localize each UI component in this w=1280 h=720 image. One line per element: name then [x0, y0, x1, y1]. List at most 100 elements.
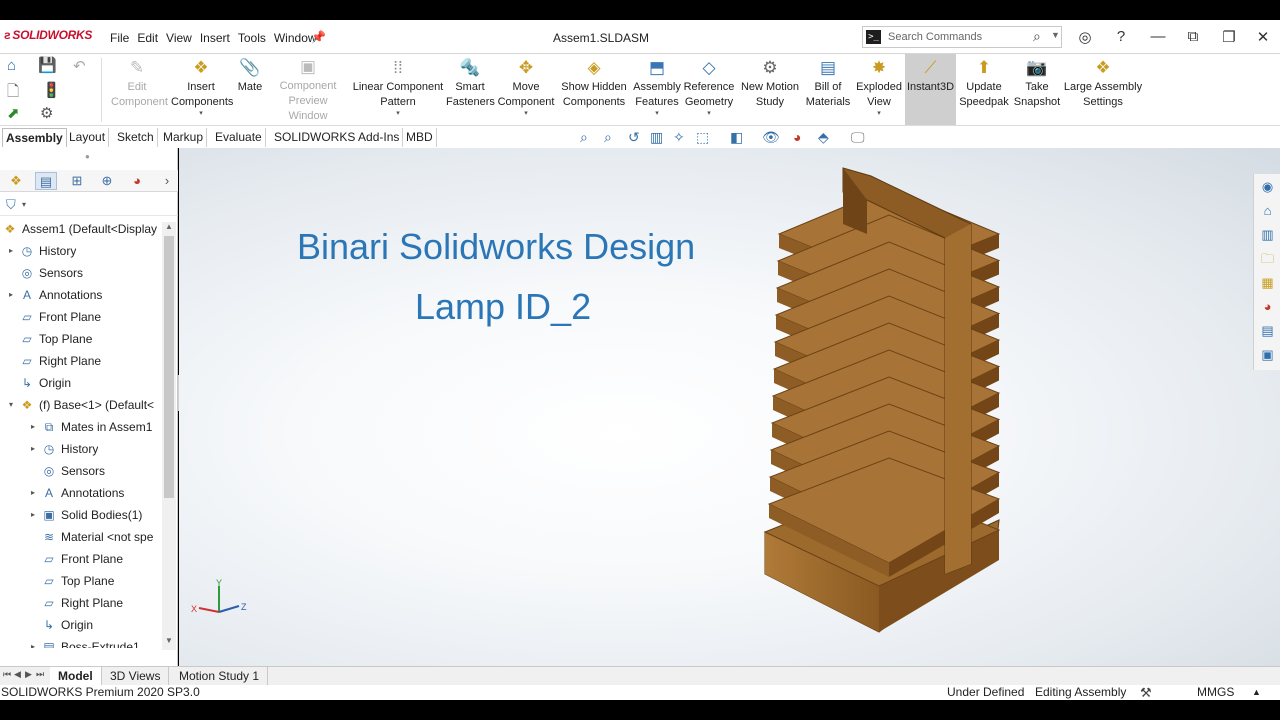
linear-pattern-button[interactable]: ⁞⁞ Linear Component Pattern ▾ [351, 56, 445, 124]
bill-of-materials-button[interactable]: ▤ Bill of Materials [804, 56, 852, 124]
home-icon[interactable]: ⌂ [7, 57, 16, 74]
tree-item[interactable]: ≋ Material <not spe [28, 526, 153, 548]
edit-appearance-icon[interactable]: ◕ [793, 129, 801, 145]
solidworks-resources-icon[interactable]: ◉ [1258, 177, 1277, 196]
tree-item[interactable]: ▸ ◷ History [28, 438, 98, 460]
menu-insert[interactable]: Insert [200, 31, 230, 45]
view-settings-icon[interactable]: 🖵 [851, 129, 865, 146]
tree-item[interactable]: ▱ Right Plane [28, 592, 123, 614]
tab-3d-views[interactable]: 3D Views [102, 667, 170, 686]
tree-item[interactable]: ▱ Front Plane [28, 548, 123, 570]
file-explorer-icon[interactable]: 🗀 [1258, 249, 1277, 268]
home-icon[interactable]: ⌂ [1258, 201, 1277, 220]
user-account-icon[interactable]: ◎ [1075, 28, 1095, 46]
search-icon[interactable]: ⌕ [1033, 28, 1041, 45]
chevron-right-icon[interactable]: ▸ [28, 482, 38, 504]
close-icon[interactable]: ✕ [1253, 28, 1273, 46]
tree-item[interactable]: ▱ Right Plane [6, 350, 101, 372]
previous-view-icon[interactable]: ↺ [628, 129, 640, 146]
menu-view[interactable]: View [166, 31, 192, 45]
rebuild-status-icon[interactable]: ⚒ [1140, 685, 1152, 700]
help-icon[interactable]: ? [1111, 28, 1131, 45]
scroll-down-icon[interactable]: ▼ [165, 636, 173, 645]
component-preview-button[interactable]: ▣ Component Preview Window [265, 56, 351, 124]
smart-fasteners-button[interactable]: 🔩 Smart Fasteners [446, 56, 495, 124]
featuremanager-tab-icon[interactable]: ❖ [5, 172, 27, 190]
filter-icon[interactable]: ⛉ [6, 197, 16, 213]
assembly-features-button[interactable]: ⬒ Assembly Features ▾ [631, 56, 683, 124]
select-icon[interactable]: ⬈ [7, 104, 20, 122]
tree-item[interactable]: ▸ ▣ Solid Bodies(1) [28, 504, 142, 526]
tab-scroll-first-icon[interactable]: ⏮ [3, 669, 11, 680]
chevron-down-icon[interactable]: ▾ [707, 110, 711, 118]
tree-item[interactable]: ▸ ⧉ Mates in Assem1 [28, 416, 152, 438]
displaymanager-tab-icon[interactable]: ◕ [126, 172, 148, 190]
reference-geometry-button[interactable]: ◇ Reference Geometry ▾ [683, 56, 735, 124]
chevron-right-icon[interactable]: ▸ [28, 636, 38, 648]
chevron-down-icon[interactable]: ▾ [6, 394, 16, 416]
chevron-down-icon[interactable]: ▾ [655, 110, 659, 118]
insert-components-button[interactable]: ❖ Insert Components ▾ [168, 56, 234, 124]
tab-scroll-prev-icon[interactable]: ◀ [14, 669, 21, 680]
large-assembly-settings-button[interactable]: ❖ Large Assembly Settings [1062, 56, 1144, 124]
chevron-right-icon[interactable]: › [156, 172, 178, 190]
tab-scroll-last-icon[interactable]: ⏭ [36, 669, 44, 680]
tree-item[interactable]: ↳ Origin [6, 372, 71, 394]
options-gear-icon[interactable]: ⚙ [40, 104, 53, 122]
tree-item[interactable]: ▱ Front Plane [6, 306, 101, 328]
tree-item[interactable]: ▾ ❖ (f) Base<1> (Default< [6, 394, 154, 416]
take-snapshot-button[interactable]: 📷 Take Snapshot [1012, 56, 1062, 124]
custom-properties-icon[interactable]: ▤ [1258, 321, 1277, 340]
hide-show-items-icon[interactable]: 👁 [762, 129, 780, 146]
tab-motion-study-1[interactable]: Motion Study 1 [171, 667, 269, 686]
design-library-icon[interactable]: ▥ [1258, 225, 1277, 244]
appearances-icon[interactable]: ◕ [1258, 297, 1277, 316]
tree-item[interactable]: ◎ Sensors [28, 460, 105, 482]
lamp-3d-model[interactable] [739, 164, 1039, 644]
filter-dropdown-icon[interactable]: ▾ [22, 200, 26, 209]
tab-solidworks-addins[interactable]: SOLIDWORKS Add-Ins [271, 128, 404, 147]
undo-icon[interactable]: ↶ [73, 57, 86, 75]
tree-scrollbar[interactable]: ▲ ▼ [162, 222, 176, 650]
tree-item[interactable]: ◎ Sensors [6, 262, 83, 284]
tree-item[interactable]: ▸ ◷ History [6, 240, 76, 262]
menu-file[interactable]: File [110, 31, 129, 45]
solidworks-logo[interactable]: ƨ SOLIDWORKS [4, 28, 92, 42]
chevron-down-icon[interactable]: ▾ [396, 110, 400, 118]
tab-model[interactable]: Model [50, 667, 102, 686]
mate-button[interactable]: 📎 Mate [234, 56, 266, 124]
display-style-icon[interactable]: ◧ [730, 129, 743, 146]
zoom-to-fit-icon[interactable]: ⌕ [580, 129, 588, 146]
tree-item[interactable]: ▸ ▤ Boss-Extrude1 [28, 636, 140, 648]
show-hidden-button[interactable]: ◈ Show Hidden Components [558, 56, 630, 124]
search-input[interactable]: Search Commands [888, 31, 982, 43]
tree-item[interactable]: ▸ A Annotations [6, 284, 102, 306]
chevron-right-icon[interactable]: ▸ [6, 240, 16, 262]
view-palette-icon[interactable]: ▦ [1258, 273, 1277, 292]
move-component-button[interactable]: ✥ Move Component ▾ [495, 56, 557, 124]
chevron-right-icon[interactable]: ▸ [28, 438, 38, 460]
edit-component-button[interactable]: ✎ Edit Component [105, 56, 169, 124]
exploded-view-button[interactable]: ✸ Exploded View ▾ [854, 56, 904, 124]
chevron-down-icon[interactable]: ▾ [524, 110, 528, 118]
tree-item[interactable]: ▱ Top Plane [6, 328, 92, 350]
rebuild-traffic-light-icon[interactable]: 🚦 [42, 81, 61, 99]
panel-grip-icon[interactable]: ● [85, 152, 90, 161]
tab-markup[interactable]: Markup [160, 128, 208, 147]
window-restore-icon[interactable]: ⧉ [1183, 28, 1203, 45]
graphics-area[interactable]: Binari Solidworks Design Lamp ID_2 Y X Z… [179, 148, 1280, 666]
chevron-right-icon[interactable]: ▸ [28, 416, 38, 438]
new-motion-study-button[interactable]: ⚙ New Motion Study [738, 56, 802, 124]
tab-layout[interactable]: Layout [66, 128, 110, 147]
tree-item[interactable]: ↳ Origin [28, 614, 93, 636]
tab-assembly[interactable]: Assembly [2, 128, 67, 147]
chevron-down-icon[interactable]: ▾ [877, 110, 881, 118]
tab-scroll-next-icon[interactable]: ▶ [25, 669, 32, 680]
dimxpertmanager-tab-icon[interactable]: ⊕ [96, 172, 118, 190]
unit-system[interactable]: MMGS [1197, 685, 1234, 700]
search-dropdown-icon[interactable]: ▼ [1051, 30, 1060, 40]
tab-evaluate[interactable]: Evaluate [212, 128, 266, 147]
menu-edit[interactable]: Edit [137, 31, 158, 45]
apply-scene-icon[interactable]: ⬘ [818, 129, 829, 146]
tree-item[interactable]: ▸ A Annotations [28, 482, 124, 504]
